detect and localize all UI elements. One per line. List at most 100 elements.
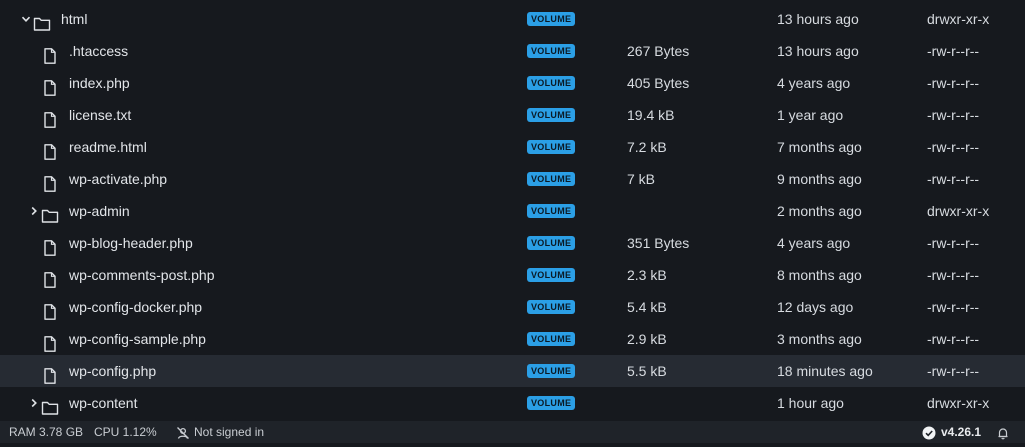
volume-badge: VOLUME: [527, 332, 576, 346]
item-name: wp-config.php: [69, 363, 157, 379]
volume-badge: VOLUME: [527, 76, 576, 90]
item-size: 267 Bytes: [627, 43, 690, 59]
file-icon: [41, 267, 59, 288]
file-icon: [41, 139, 59, 160]
item-permissions: -rw-r--r--: [927, 107, 980, 123]
item-name: readme.html: [69, 139, 147, 155]
file-icon: [41, 43, 59, 64]
folder-row[interactable]: html VOLUME 13 hours ago drwxr-xr-x: [0, 3, 1025, 35]
volume-badge: VOLUME: [527, 12, 576, 26]
file-icon: [41, 363, 59, 384]
file-row[interactable]: .htaccess VOLUME 267 Bytes 13 hours ago -rw-…: [0, 35, 1025, 67]
item-name: html: [61, 11, 88, 27]
item-name: license.txt: [69, 107, 132, 123]
folder-icon: [41, 395, 59, 415]
file-row[interactable]: wp-config.php VOLUME 5.5 kB 18 minutes ago -…: [0, 355, 1025, 387]
item-permissions: -rw-r--r--: [927, 43, 980, 59]
item-modified: 7 months ago: [777, 139, 862, 155]
item-modified: 3 months ago: [777, 331, 862, 347]
chevron-down-icon[interactable]: [19, 3, 33, 35]
item-size: 5.4 kB: [627, 299, 667, 315]
item-permissions: drwxr-xr-x: [927, 11, 990, 27]
item-permissions: -rw-r--r--: [927, 331, 980, 347]
file-row[interactable]: license.txt VOLUME 19.4 kB 1 year ago -rw-r-…: [0, 99, 1025, 131]
item-permissions: -rw-r--r--: [927, 75, 980, 91]
item-permissions: drwxr-xr-x: [927, 203, 990, 219]
file-row[interactable]: wp-config-docker.php VOLUME 5.4 kB 12 days …: [0, 291, 1025, 323]
volume-badge: VOLUME: [527, 268, 576, 282]
item-modified: 8 months ago: [777, 267, 862, 283]
item-name: wp-config-sample.php: [69, 331, 206, 347]
file-icon: [41, 171, 59, 192]
file-icon: [41, 331, 59, 352]
item-size: 2.3 kB: [627, 267, 667, 283]
volume-badge: VOLUME: [527, 364, 576, 378]
item-permissions: -rw-r--r--: [927, 267, 980, 283]
folder-icon: [41, 203, 59, 223]
item-size: 7 kB: [627, 171, 656, 187]
folder-row[interactable]: wp-content VOLUME 1 hour ago drwxr-xr-x: [0, 387, 1025, 419]
cpu-usage: CPU 1.12%: [94, 425, 157, 439]
file-row[interactable]: wp-comments-post.php VOLUME 2.3 kB 8 months…: [0, 259, 1025, 291]
bell-icon[interactable]: [996, 425, 1010, 440]
item-permissions: -rw-r--r--: [927, 139, 980, 155]
volume-badge: VOLUME: [527, 140, 576, 154]
item-modified: 4 years ago: [777, 75, 851, 91]
item-modified: 9 months ago: [777, 171, 862, 187]
item-name: wp-config-docker.php: [69, 299, 203, 315]
sign-in-status[interactable]: Not signed in: [194, 421, 264, 443]
status-bar: RAM 3.78 GB CPU 1.12% Not signed in v4.2…: [0, 421, 1025, 443]
file-row[interactable]: wp-activate.php VOLUME 7 kB 9 months ago -rw…: [0, 163, 1025, 195]
item-modified: 1 year ago: [777, 107, 844, 123]
item-modified: 2 months ago: [777, 203, 862, 219]
item-modified: 1 hour ago: [777, 395, 844, 411]
ram-usage: RAM 3.78 GB: [9, 425, 84, 439]
item-permissions: drwxr-xr-x: [927, 395, 990, 411]
item-name: wp-blog-header.php: [69, 235, 193, 251]
file-icon: [41, 75, 59, 96]
item-modified: 13 hours ago: [777, 43, 859, 59]
file-icon: [41, 107, 59, 128]
version-label[interactable]: v4.26.1: [941, 421, 981, 443]
item-name: .htaccess: [69, 43, 129, 59]
item-modified: 18 minutes ago: [777, 363, 873, 379]
item-name: wp-activate.php: [69, 171, 168, 187]
file-row[interactable]: readme.html VOLUME 7.2 kB 7 months ago -rw-r…: [0, 131, 1025, 163]
volume-badge: VOLUME: [527, 236, 576, 250]
item-size: 19.4 kB: [627, 107, 675, 123]
item-name: wp-content: [69, 395, 138, 411]
volume-badge: VOLUME: [527, 204, 576, 218]
item-modified: 4 years ago: [777, 235, 851, 251]
folder-icon: [33, 11, 51, 31]
item-size: 7.2 kB: [627, 139, 667, 155]
volume-badge: VOLUME: [527, 396, 576, 410]
file-icon: [41, 299, 59, 320]
volume-badge: VOLUME: [527, 44, 576, 58]
item-name: wp-admin: [69, 203, 130, 219]
item-permissions: -rw-r--r--: [927, 171, 980, 187]
file-row[interactable]: wp-config-sample.php VOLUME 2.9 kB 3 months…: [0, 323, 1025, 355]
volume-badge: VOLUME: [527, 108, 576, 122]
check-circle-icon: [922, 425, 936, 440]
file-row[interactable]: wp-blog-header.php VOLUME 351 Bytes 4 years…: [0, 227, 1025, 259]
item-size: 405 Bytes: [627, 75, 690, 91]
file-icon: [41, 235, 59, 256]
item-modified: 13 hours ago: [777, 11, 859, 27]
item-modified: 12 days ago: [777, 299, 854, 315]
item-name: wp-comments-post.php: [69, 267, 215, 283]
folder-row[interactable]: wp-admin VOLUME 2 months ago drwxr-xr-x: [0, 195, 1025, 227]
item-size: 351 Bytes: [627, 235, 690, 251]
item-permissions: -rw-r--r--: [927, 363, 980, 379]
volume-badge: VOLUME: [527, 300, 576, 314]
item-size: 5.5 kB: [627, 363, 667, 379]
item-permissions: -rw-r--r--: [927, 299, 980, 315]
item-name: index.php: [69, 75, 130, 91]
file-row[interactable]: index.php VOLUME 405 Bytes 4 years ago -rw-r…: [0, 67, 1025, 99]
chevron-right-icon[interactable]: [27, 387, 41, 419]
item-permissions: -rw-r--r--: [927, 235, 980, 251]
item-size: 2.9 kB: [627, 331, 667, 347]
chevron-right-icon[interactable]: [27, 195, 41, 227]
account-off-icon[interactable]: [176, 425, 190, 439]
volume-badge: VOLUME: [527, 172, 576, 186]
file-tree: html VOLUME 13 hours ago drwxr-xr-x .htacces…: [0, 3, 1025, 419]
